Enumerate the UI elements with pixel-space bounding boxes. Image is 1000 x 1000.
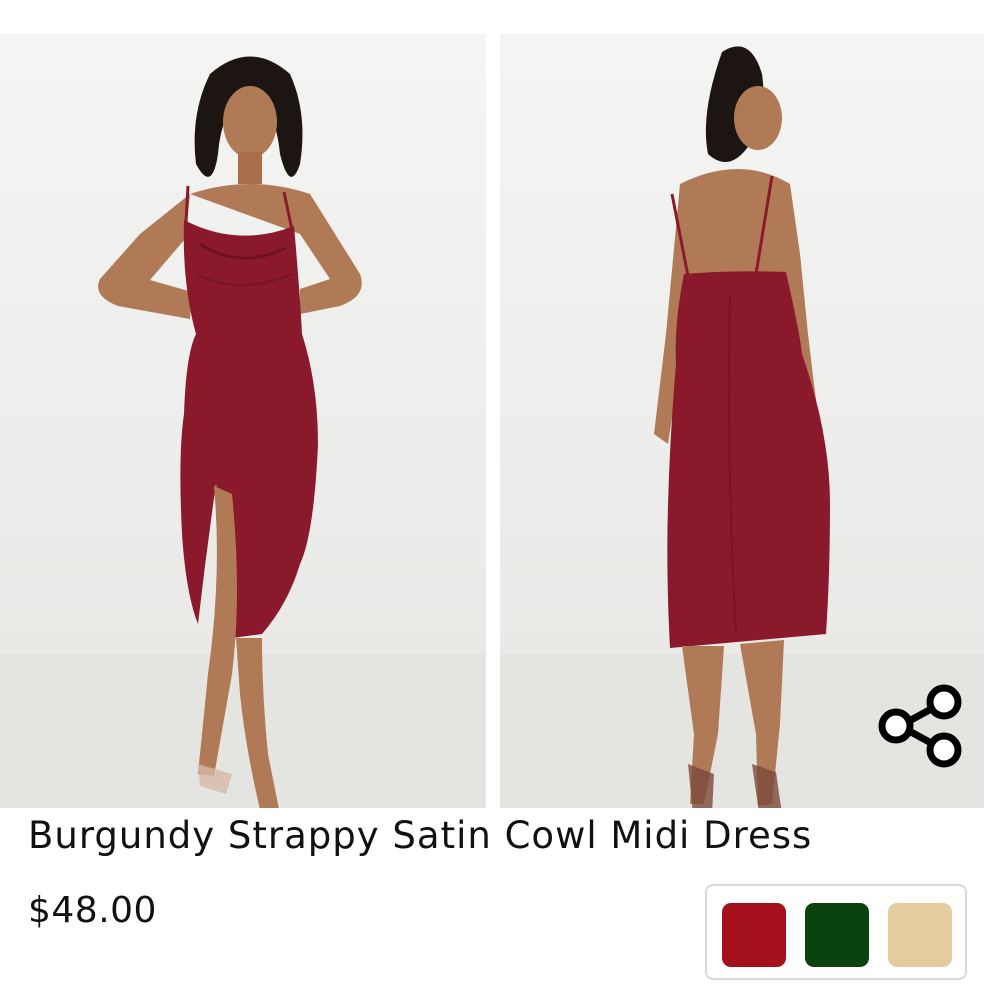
product-image-gallery: [0, 34, 1000, 808]
swatch-green[interactable]: [805, 903, 869, 967]
front-model-illustration: [0, 56, 486, 808]
swatch-burgundy[interactable]: [722, 903, 786, 967]
share-icon: [878, 684, 962, 768]
swatch-nude[interactable]: [888, 903, 952, 967]
product-title: Burgundy Strappy Satin Cowl Midi Dress: [28, 814, 813, 857]
color-swatch-selector: [705, 884, 967, 980]
front-view-photo[interactable]: [0, 34, 486, 808]
share-button[interactable]: [872, 678, 968, 774]
product-price: $48.00: [28, 890, 157, 931]
